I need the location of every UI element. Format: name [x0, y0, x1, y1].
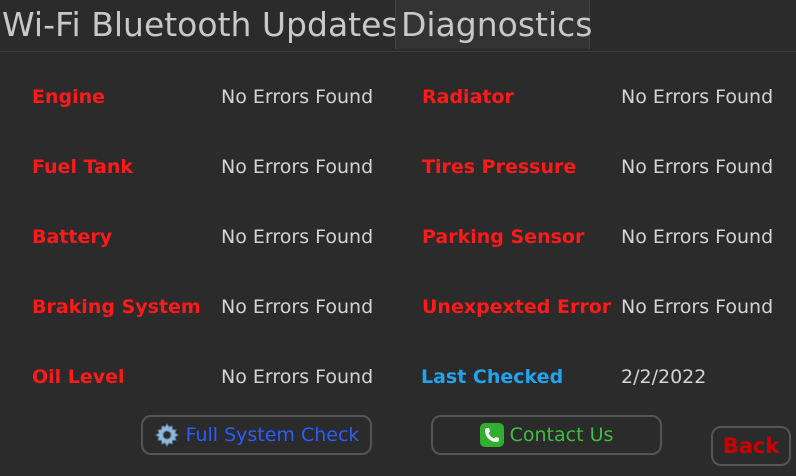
- phone-icon: [479, 423, 504, 447]
- label-braking-system: Braking System: [32, 296, 201, 318]
- label-last-checked: Last Checked: [421, 366, 564, 388]
- label-tires-pressure: Tires Pressure: [422, 156, 577, 178]
- label-fuel-tank: Fuel Tank: [32, 156, 134, 178]
- full-system-check-button[interactable]: Full System Check: [141, 415, 372, 455]
- value-braking-system: No Errors Found: [221, 296, 374, 318]
- value-oil-level: No Errors Found: [221, 366, 374, 388]
- back-label: Back: [722, 434, 780, 458]
- value-fuel-tank: No Errors Found: [221, 156, 374, 178]
- value-unexpected-error: No Errors Found: [621, 296, 774, 318]
- label-unexpected-error: Unexpexted Error: [422, 296, 612, 318]
- value-battery: No Errors Found: [221, 226, 374, 248]
- value-engine: No Errors Found: [221, 86, 374, 108]
- contact-us-label: Contact Us: [509, 424, 614, 446]
- value-parking-sensor: No Errors Found: [621, 226, 774, 248]
- tab-bar: Wi-Fi Bluetooth Updates Diagnostics: [0, 0, 796, 52]
- gear-icon: [154, 422, 180, 448]
- value-last-checked: 2/2/2022: [621, 366, 707, 388]
- label-parking-sensor: Parking Sensor: [422, 226, 585, 248]
- tab-diagnostics[interactable]: Diagnostics: [395, 0, 593, 49]
- tab-wifi-bluetooth-updates[interactable]: Wi-Fi Bluetooth Updates: [2, 0, 399, 49]
- label-engine: Engine: [32, 86, 106, 108]
- value-tires-pressure: No Errors Found: [621, 156, 774, 178]
- label-radiator: Radiator: [422, 86, 514, 108]
- back-button[interactable]: Back: [711, 426, 791, 466]
- contact-us-button[interactable]: Contact Us: [431, 415, 662, 455]
- full-system-check-label: Full System Check: [185, 424, 360, 446]
- value-radiator: No Errors Found: [621, 86, 774, 108]
- label-oil-level: Oil Level: [32, 366, 125, 388]
- label-battery: Battery: [32, 226, 113, 248]
